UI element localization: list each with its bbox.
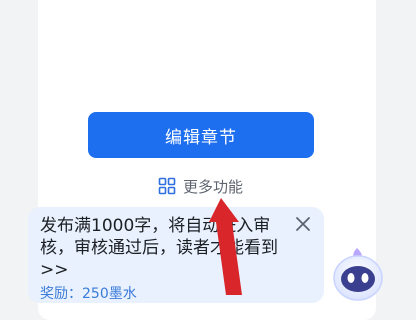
tip-reward: 奖励：250墨水 [40, 286, 137, 302]
tip-more-link[interactable]: >> [40, 259, 290, 281]
more-functions-label: 更多功能 [183, 177, 244, 196]
tip-line: 核，审核通过后，读者才能看到 [40, 238, 278, 258]
grid-icon [158, 177, 176, 195]
more-functions-button[interactable]: 更多功能 [158, 175, 243, 197]
close-icon[interactable] [294, 215, 312, 233]
assistant-mascot-icon[interactable] [330, 246, 386, 302]
publish-tip-popup: 发布满1000字，将自动进入审 核，审核通过后，读者才能看到 >> 奖励：250… [28, 207, 324, 303]
edit-chapter-label: 编辑章节 [165, 127, 237, 148]
tip-message: 发布满1000字，将自动进入审 核，审核通过后，读者才能看到 >> [40, 215, 290, 281]
edit-chapter-button[interactable]: 编辑章节 [88, 112, 314, 158]
tip-line: 发布满1000字，将自动进入审 [40, 216, 271, 236]
